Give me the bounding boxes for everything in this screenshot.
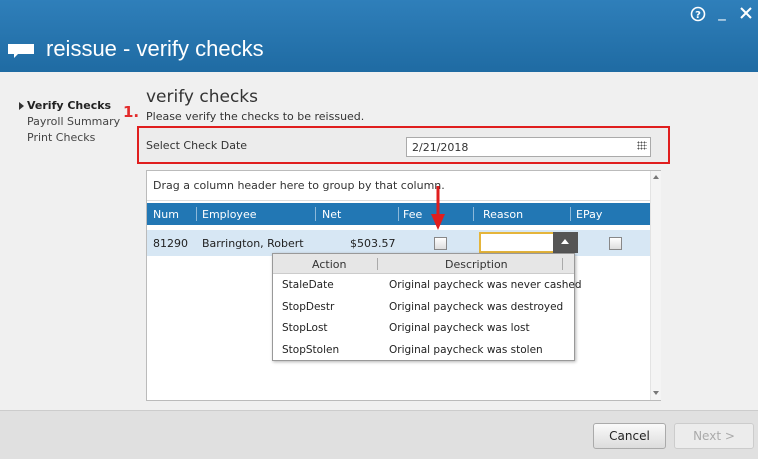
help-circle-icon[interactable]: ? xyxy=(689,6,707,26)
epay-checkbox[interactable] xyxy=(609,237,622,250)
column-header-reason[interactable]: Reason xyxy=(483,208,523,221)
column-divider xyxy=(562,258,563,270)
svg-text:?: ? xyxy=(695,10,701,21)
page-subtitle: Please verify the checks to be reissued. xyxy=(146,110,365,123)
active-caret-icon xyxy=(19,102,24,110)
sidebar-item-verify-checks[interactable]: Verify Checks xyxy=(27,99,111,112)
dropdown-option-stoplost[interactable]: StopLost Original paycheck was lost xyxy=(273,318,574,340)
cancel-button[interactable]: Cancel xyxy=(593,423,666,449)
window-header: reissue - verify checks ? _ xyxy=(0,0,758,72)
sidebar-item-print-checks[interactable]: Print Checks xyxy=(27,131,95,144)
option-action: StopLost xyxy=(282,322,328,334)
step-marker-1: 1. xyxy=(123,103,140,121)
option-description: Original paycheck was destroyed xyxy=(389,301,564,313)
column-divider xyxy=(570,207,571,221)
column-header-employee[interactable]: Employee xyxy=(202,208,256,221)
grid-vertical-scrollbar[interactable] xyxy=(650,171,661,400)
column-divider xyxy=(315,207,316,221)
reason-dropdown-button[interactable] xyxy=(553,232,578,253)
app-logo-icon xyxy=(8,44,34,58)
column-divider xyxy=(473,207,474,221)
dropdown-option-stopstolen[interactable]: StopStolen Original paycheck was stolen xyxy=(273,340,574,362)
option-description: Original paycheck was stolen xyxy=(389,344,543,356)
column-divider xyxy=(398,207,399,221)
column-header-net[interactable]: Net xyxy=(322,208,341,221)
reason-dropdown-list: Action Description StaleDate Original pa… xyxy=(272,253,582,362)
check-date-input[interactable]: 2/21/2018 xyxy=(406,137,651,157)
cell-employee: Barrington, Robert xyxy=(202,237,304,250)
window-title: reissue - verify checks xyxy=(46,36,264,61)
dropdown-header: Action Description xyxy=(273,254,574,274)
option-action: StaleDate xyxy=(282,279,334,291)
minimize-icon[interactable]: _ xyxy=(713,3,731,21)
close-icon[interactable] xyxy=(737,6,755,24)
option-description: Original paycheck was lost xyxy=(389,322,530,334)
group-by-bar[interactable]: Drag a column header here to group by th… xyxy=(147,171,650,201)
next-button[interactable]: Next > xyxy=(674,423,754,449)
sidebar-item-payroll-summary[interactable]: Payroll Summary xyxy=(27,115,120,128)
calendar-icon[interactable] xyxy=(637,141,647,150)
grid-header-row: Num Employee Net Fee Reason EPay xyxy=(147,203,650,225)
option-action: StopDestr xyxy=(282,301,335,313)
column-divider xyxy=(377,258,378,270)
column-header-num[interactable]: Num xyxy=(153,208,179,221)
option-description: Original paycheck was never cashed xyxy=(389,279,582,291)
dropdown-option-stopdestr[interactable]: StopDestr Original paycheck was destroye… xyxy=(273,297,574,319)
option-action: StopStolen xyxy=(282,344,340,356)
column-header-fee[interactable]: Fee xyxy=(403,208,422,221)
red-arrow-icon xyxy=(431,186,445,230)
page-title: verify checks xyxy=(146,87,259,107)
dropdown-header-action: Action xyxy=(312,258,347,271)
fee-checkbox[interactable] xyxy=(434,237,447,250)
cell-num: 81290 xyxy=(153,237,188,250)
column-header-epay[interactable]: EPay xyxy=(576,208,602,221)
scroll-down-icon[interactable] xyxy=(653,391,659,395)
dropdown-option-staledate[interactable]: StaleDate Original paycheck was never ca… xyxy=(273,275,582,297)
dropdown-header-description: Description xyxy=(445,258,508,271)
scroll-up-icon[interactable] xyxy=(653,175,659,179)
check-date-label: Select Check Date xyxy=(146,139,248,152)
cell-net: $503.57 xyxy=(350,237,396,250)
column-divider xyxy=(196,207,197,221)
